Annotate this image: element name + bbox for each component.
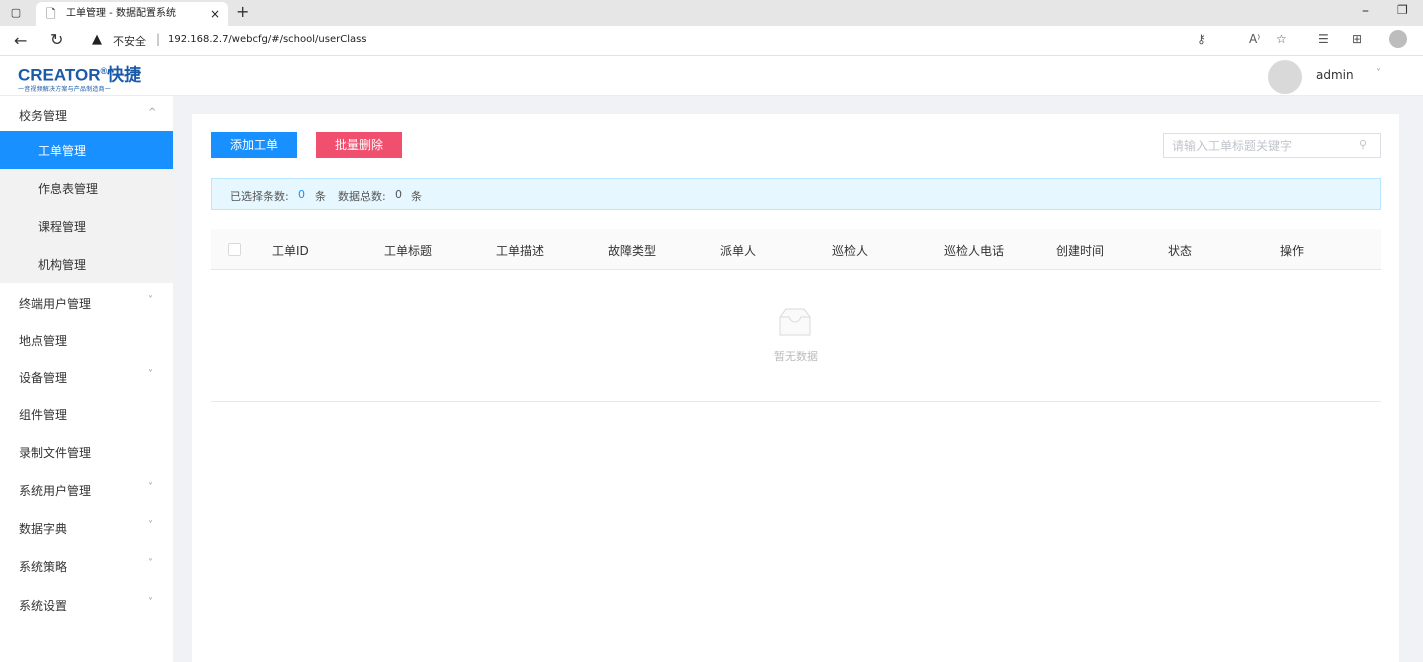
add-work-order-button[interactable]: 添加工单 — [211, 132, 297, 158]
url-field[interactable]: 192.168.2.7/webcfg/#/school/userClass — [168, 34, 367, 45]
back-arrow-icon[interactable]: ← — [14, 31, 27, 50]
column-header[interactable]: 工单描述 — [496, 242, 544, 259]
browser-tab[interactable]: 🗋 工单管理 - 数据配置系统 × — [36, 2, 228, 26]
total-count: 0 — [395, 188, 402, 201]
column-header[interactable]: 工单标题 — [384, 242, 432, 259]
address-separator: | — [156, 32, 161, 46]
select-all-checkbox[interactable] — [228, 243, 241, 256]
sidebar-subitem-courses[interactable]: 课程管理 — [0, 207, 173, 245]
search-box: ⚲ — [1163, 133, 1381, 158]
tab-actions-icon[interactable]: ▢ — [8, 5, 24, 21]
sidebar: 校务管理 ^ 工单管理 作息表管理 课程管理 机构管理 终端用户管理 ˅ 地点管… — [0, 96, 173, 662]
sidebar-item-terminal-users[interactable]: 终端用户管理 ˅ — [0, 284, 173, 322]
sidebar-item-devices[interactable]: 设备管理 ˅ — [0, 358, 173, 396]
profile-icon[interactable] — [1389, 30, 1407, 48]
key-icon[interactable]: ⚷ — [1197, 32, 1206, 46]
logo: CREATOR®快捷 一音视频解决方案与产品制造商一 — [18, 61, 168, 93]
tab-close-icon[interactable]: × — [210, 6, 220, 22]
column-header[interactable]: 状态 — [1168, 242, 1192, 259]
total-label: 数据总数: — [338, 190, 386, 203]
app-header: CREATOR®快捷 一音视频解决方案与产品制造商一 admin ˅ — [0, 56, 1423, 96]
document-icon: 🗋 — [46, 7, 56, 21]
column-header: 操作 — [1280, 244, 1305, 258]
sidebar-item-recordings[interactable]: 录制文件管理 — [0, 433, 173, 471]
logo-tagline: 一音视频解决方案与产品制造商一 — [18, 85, 112, 93]
username[interactable]: admin — [1316, 68, 1354, 82]
empty-text: 暂无数据 — [774, 350, 818, 363]
sidebar-subitem-institutions[interactable]: 机构管理 — [0, 245, 173, 283]
chevron-down-icon: ˅ — [148, 295, 153, 306]
address-bar: ← ↻ ▲ 不安全 | 192.168.2.7/webcfg/#/school/… — [0, 26, 1423, 56]
sidebar-item-system-users[interactable]: 系统用户管理 ˅ — [0, 471, 173, 509]
column-header[interactable]: 创建时间 — [1056, 242, 1104, 259]
total-unit: 条 — [411, 190, 422, 203]
read-aloud-icon[interactable]: A⁾ — [1249, 32, 1260, 46]
favorites-list-icon[interactable]: ☰ — [1318, 32, 1329, 46]
column-header[interactable]: 工单ID — [272, 242, 309, 259]
empty-inbox-icon — [779, 308, 811, 336]
chevron-down-icon: ˅ — [148, 558, 153, 569]
browser-tab-strip: ▢ 🗋 工单管理 - 数据配置系统 × + – ❐ — [0, 0, 1423, 26]
sidebar-item-components[interactable]: 组件管理 — [0, 395, 173, 433]
chevron-down-icon: ˅ — [148, 520, 153, 531]
sidebar-item-data-dictionary[interactable]: 数据字典 ˅ — [0, 509, 173, 547]
selection-info-bar: 已选择条数: 0 条 数据总数: 0 条 — [211, 178, 1381, 210]
sidebar-subitem-work-orders[interactable]: 工单管理 — [0, 131, 173, 169]
chevron-down-icon: ˅ — [148, 482, 153, 493]
sidebar-item-school-affairs[interactable]: 校务管理 ^ — [0, 96, 173, 134]
collections-icon[interactable]: ⊞ — [1352, 32, 1362, 46]
reload-icon[interactable]: ↻ — [50, 30, 63, 49]
chevron-down-icon: ˅ — [148, 369, 153, 380]
chevron-down-icon[interactable]: ˅ — [1376, 68, 1381, 79]
sidebar-item-system-settings[interactable]: 系统设置 ˅ — [0, 586, 173, 624]
chevron-down-icon: ˅ — [148, 597, 153, 608]
column-header[interactable]: 巡检人电话 — [944, 242, 1004, 259]
batch-delete-button[interactable]: 批量删除 — [316, 132, 402, 158]
minimize-icon[interactable]: – — [1362, 3, 1369, 19]
new-tab-icon[interactable]: + — [236, 3, 249, 21]
sidebar-item-locations[interactable]: 地点管理 — [0, 321, 173, 359]
selected-label: 已选择条数: — [230, 190, 289, 203]
insecure-label[interactable]: 不安全 — [113, 33, 146, 49]
chevron-up-icon: ^ — [148, 107, 157, 118]
table-divider — [211, 401, 1381, 402]
restore-icon[interactable]: ❐ — [1397, 3, 1408, 17]
favorite-star-icon[interactable]: ☆ — [1276, 32, 1287, 46]
selected-count: 0 — [298, 188, 305, 201]
avatar[interactable] — [1268, 60, 1302, 94]
search-icon[interactable]: ⚲ — [1359, 138, 1367, 151]
tab-title: 工单管理 - 数据配置系统 — [66, 8, 176, 19]
selected-unit: 条 — [315, 190, 326, 203]
column-header[interactable]: 故障类型 — [608, 242, 656, 259]
sidebar-item-system-policy[interactable]: 系统策略 ˅ — [0, 547, 173, 585]
column-header[interactable]: 派单人 — [720, 242, 756, 259]
warning-icon[interactable]: ▲ — [92, 32, 102, 47]
sidebar-subitem-timetable[interactable]: 作息表管理 — [0, 169, 173, 207]
column-header[interactable]: 巡检人 — [832, 242, 868, 259]
search-input[interactable] — [1172, 137, 1352, 155]
table-header: 工单ID 工单标题 工单描述 故障类型 派单人 巡检人 巡检人电话 创建时间 状… — [211, 229, 1381, 270]
